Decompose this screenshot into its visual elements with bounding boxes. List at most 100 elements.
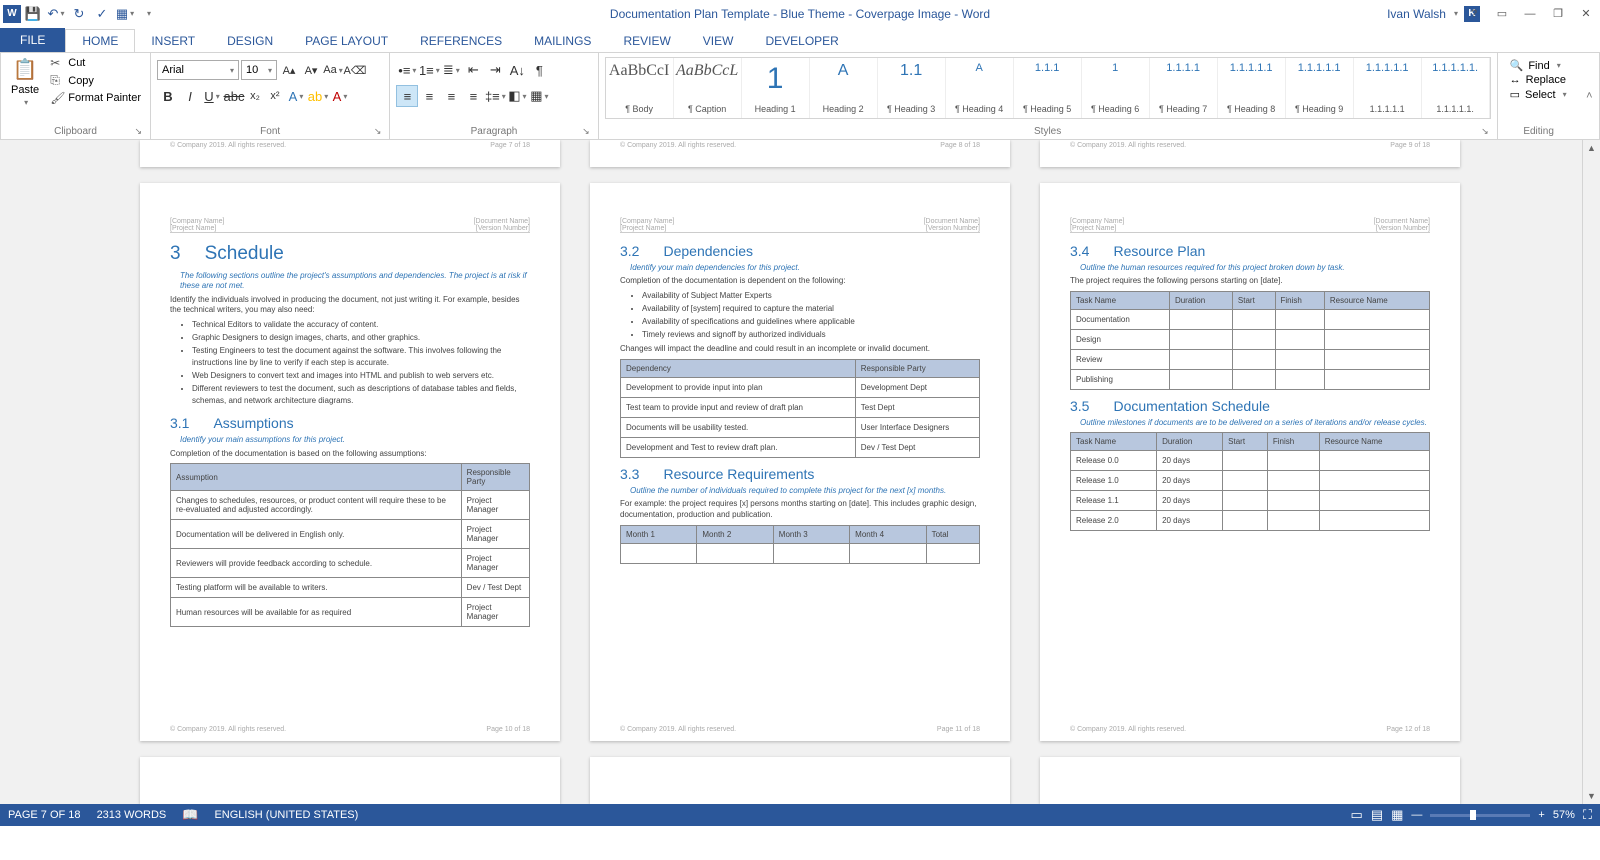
tab-page-layout[interactable]: PAGE LAYOUT xyxy=(289,30,404,52)
web-layout-icon[interactable]: ▦ xyxy=(1391,807,1403,823)
tab-design[interactable]: DESIGN xyxy=(211,30,289,52)
ribbon-display-icon[interactable]: ▭ xyxy=(1488,3,1516,25)
scroll-down-icon[interactable]: ▼ xyxy=(1583,788,1600,804)
underline-button[interactable]: U▾ xyxy=(201,85,223,107)
style-item[interactable]: 1¶ Heading 6 xyxy=(1082,58,1150,118)
subscript-button[interactable]: x₂ xyxy=(245,85,265,107)
document-workspace[interactable]: © Company 2019. All rights reserved.Page… xyxy=(0,140,1600,804)
shading-icon[interactable]: ◧▾ xyxy=(506,85,528,107)
document-page[interactable]: [Company Name][Project Name][Document Na… xyxy=(1040,183,1460,741)
tab-insert[interactable]: INSERT xyxy=(135,30,211,52)
tab-references[interactable]: REFERENCES xyxy=(404,30,518,52)
style-item[interactable]: AaBbCcI¶ Body xyxy=(606,58,674,118)
style-item[interactable]: 1.1.1.1.11.1.1.1.1 xyxy=(1354,58,1422,118)
style-item[interactable]: AHeading 2 xyxy=(810,58,878,118)
scroll-up-icon[interactable]: ▲ xyxy=(1583,140,1600,156)
style-item[interactable]: 1.1.1.1.1.1.1.1.1.1. xyxy=(1422,58,1490,118)
help-icon[interactable]: ? xyxy=(1460,3,1488,25)
zoom-level[interactable]: 57% xyxy=(1553,809,1575,821)
language-status[interactable]: ENGLISH (UNITED STATES) xyxy=(214,809,358,821)
style-item[interactable]: 1.1.1.1.1¶ Heading 9 xyxy=(1286,58,1354,118)
change-case-icon[interactable]: Aa▾ xyxy=(323,59,343,81)
read-mode-icon[interactable]: ▭ xyxy=(1351,807,1363,823)
style-item[interactable]: AaBbCcL¶ Caption xyxy=(674,58,742,118)
shrink-font-icon[interactable]: A▾ xyxy=(301,59,321,81)
style-item[interactable]: 1.1.1.1.1¶ Heading 8 xyxy=(1218,58,1286,118)
fit-icon[interactable]: ⛶ xyxy=(1583,807,1592,823)
numbering-icon[interactable]: 1≡▾ xyxy=(418,59,440,81)
format-painter-button[interactable]: 🖌Format Painter xyxy=(47,90,144,106)
highlight-icon[interactable]: ab▾ xyxy=(307,85,329,107)
proofing-icon[interactable]: 📖 xyxy=(182,807,198,823)
close-icon[interactable]: ✕ xyxy=(1572,3,1600,25)
style-item[interactable]: 1.1¶ Heading 3 xyxy=(878,58,946,118)
copy-icon: ⎘ xyxy=(50,73,64,88)
style-item[interactable]: A¶ Heading 4 xyxy=(946,58,1014,118)
borders-icon[interactable]: ▦▾ xyxy=(528,85,550,107)
copy-button[interactable]: ⎘Copy xyxy=(47,72,144,89)
tab-home[interactable]: HOME xyxy=(65,29,135,52)
bullets-icon[interactable]: •≡▾ xyxy=(396,59,418,81)
qat-dropdown-icon[interactable]: ▾ xyxy=(137,3,159,25)
undo-icon[interactable]: ↶▾ xyxy=(45,3,67,25)
styles-gallery[interactable]: AaBbCcI¶ BodyAaBbCcL¶ Caption1Heading 1A… xyxy=(605,57,1491,119)
paste-button[interactable]: 📋 Paste▾ xyxy=(7,55,43,108)
replace-icon: ↔ xyxy=(1510,74,1521,86)
align-center-icon[interactable]: ≡ xyxy=(418,85,440,107)
tab-view[interactable]: VIEW xyxy=(687,30,750,52)
justify-icon[interactable]: ≡ xyxy=(462,85,484,107)
styles-launcher-icon[interactable]: ↘ xyxy=(1481,126,1489,137)
text-effects-icon[interactable]: A▾ xyxy=(285,85,307,107)
style-item[interactable]: 1.1.1.1¶ Heading 7 xyxy=(1150,58,1218,118)
multilevel-icon[interactable]: ≣▾ xyxy=(440,59,462,81)
clipboard-launcher-icon[interactable]: ↘ xyxy=(134,126,142,137)
sort-icon[interactable]: A↓ xyxy=(506,59,528,81)
zoom-out-icon[interactable]: — xyxy=(1411,809,1422,821)
page-fragment: © Company 2019. All rights reserved.Page… xyxy=(1040,140,1460,167)
italic-button[interactable]: I xyxy=(179,85,201,107)
restore-icon[interactable]: ❐ xyxy=(1544,3,1572,25)
tab-file[interactable]: FILE xyxy=(0,28,65,52)
font-size-select[interactable]: 10▾ xyxy=(241,60,277,80)
cut-button[interactable]: ✂Cut xyxy=(47,55,144,71)
select-button[interactable]: ▭Select▾ xyxy=(1510,88,1568,101)
redo-icon[interactable]: ↻ xyxy=(68,3,90,25)
align-right-icon[interactable]: ≡ xyxy=(440,85,462,107)
select-icon: ▭ xyxy=(1510,88,1520,101)
tab-mailings[interactable]: MAILINGS xyxy=(518,30,607,52)
collapse-ribbon-icon[interactable]: ˄ xyxy=(1580,53,1599,139)
print-layout-icon[interactable]: ▤ xyxy=(1371,807,1383,823)
show-marks-icon[interactable]: ¶ xyxy=(528,59,550,81)
vertical-scrollbar[interactable]: ▲ ▼ xyxy=(1582,140,1600,804)
styles-label: Styles xyxy=(1034,126,1061,137)
zoom-in-icon[interactable]: + xyxy=(1538,809,1544,821)
strike-button[interactable]: abc xyxy=(223,85,245,107)
tab-review[interactable]: REVIEW xyxy=(607,30,686,52)
bold-button[interactable]: B xyxy=(157,85,179,107)
spelling-icon[interactable]: ✓ xyxy=(91,3,113,25)
save-icon[interactable]: 💾 xyxy=(22,3,44,25)
font-color-icon[interactable]: A▾ xyxy=(329,85,351,107)
grow-font-icon[interactable]: A▴ xyxy=(279,59,299,81)
style-item[interactable]: 1Heading 1 xyxy=(742,58,810,118)
tab-developer[interactable]: DEVELOPER xyxy=(749,30,854,52)
decrease-indent-icon[interactable]: ⇤ xyxy=(462,59,484,81)
find-button[interactable]: 🔍Find▾ xyxy=(1510,59,1568,72)
style-item[interactable]: 1.1.1¶ Heading 5 xyxy=(1014,58,1082,118)
minimize-icon[interactable]: — xyxy=(1516,3,1544,25)
increase-indent-icon[interactable]: ⇥ xyxy=(484,59,506,81)
font-launcher-icon[interactable]: ↘ xyxy=(374,126,382,137)
replace-button[interactable]: ↔Replace xyxy=(1510,74,1568,86)
page-status[interactable]: PAGE 7 OF 18 xyxy=(8,809,81,821)
paragraph-launcher-icon[interactable]: ↘ xyxy=(582,126,590,137)
document-page[interactable]: [Company Name][Project Name][Document Na… xyxy=(590,183,1010,741)
clear-format-icon[interactable]: A⌫ xyxy=(345,59,365,81)
font-name-select[interactable]: Arial▾ xyxy=(157,60,239,80)
document-page[interactable]: [Company Name][Project Name][Document Na… xyxy=(140,183,560,741)
word-count[interactable]: 2313 WORDS xyxy=(97,809,167,821)
customize-qat-icon[interactable]: ▦▾ xyxy=(114,3,136,25)
superscript-button[interactable]: x² xyxy=(265,85,285,107)
align-left-icon[interactable]: ≡ xyxy=(396,85,418,107)
zoom-slider[interactable] xyxy=(1430,814,1530,817)
line-spacing-icon[interactable]: ‡≡▾ xyxy=(484,85,506,107)
